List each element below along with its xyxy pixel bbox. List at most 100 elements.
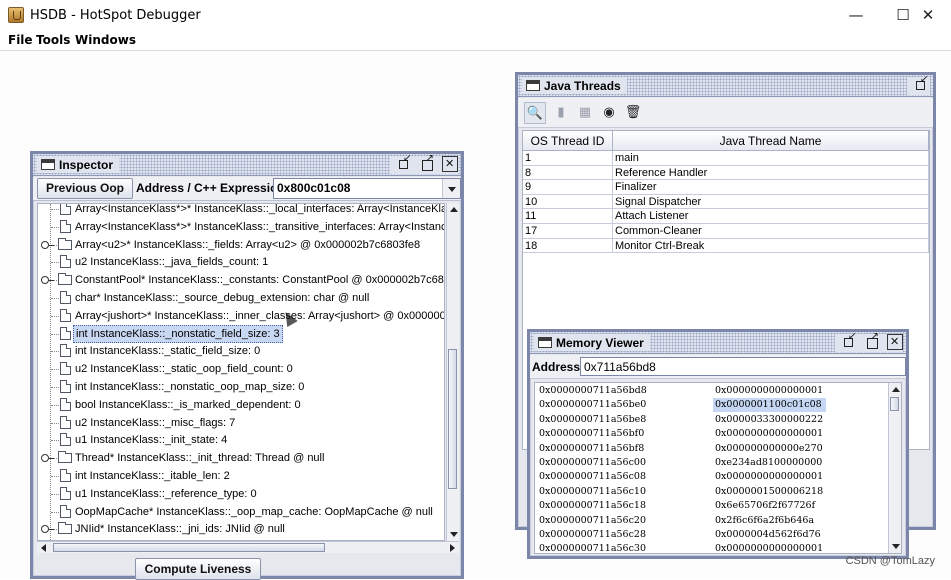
address-combo[interactable]: 0x800c01c08 [273, 178, 461, 199]
tree-item-label: ConstantPool* InstanceKlass::_constants:… [75, 274, 444, 287]
tree-item[interactable]: u1 InstanceKlass::_reference_type: 0 [38, 485, 444, 503]
menu-file[interactable]: File [8, 33, 33, 47]
stack-icon[interactable]: ▮ [550, 102, 572, 124]
memory-address: 0x0000000711a56c10 [539, 485, 647, 497]
hscroll-thumb[interactable] [53, 543, 325, 552]
tree-item[interactable]: int InstanceKlass::_static_field_size: 0 [38, 342, 444, 360]
tree-item[interactable]: u2 InstanceKlass::_java_fields_count: 1 [38, 253, 444, 271]
memory-row[interactable]: 0x0000000711a56c20 0x2f6c6f6a2f6b646a [535, 514, 885, 529]
expand-toggle-icon[interactable] [41, 240, 54, 249]
memory-icon[interactable]: ▦ [574, 102, 596, 124]
scroll-down-arrow-icon[interactable] [447, 527, 459, 541]
memory-row[interactable]: 0x0000000711a56bf8 0x000000000000e270 [535, 442, 885, 457]
inspector-title-bar[interactable]: Inspector [33, 152, 461, 176]
table-row[interactable]: 17 Common-Cleaner [523, 224, 929, 239]
tree-item[interactable]: ConstantPool* InstanceKlass::_constants:… [38, 271, 444, 289]
column-header-os-thread-id[interactable]: OS Thread ID [523, 131, 613, 151]
tree-vertical-scrollbar[interactable] [446, 203, 459, 541]
previous-oop-button[interactable]: Previous Oop [37, 178, 133, 199]
tree-item[interactable]: bool InstanceKlass::_is_marked_dependent… [38, 396, 444, 414]
menu-windows[interactable]: Windows [75, 33, 136, 47]
scroll-down-arrow-icon[interactable] [889, 539, 901, 553]
scroll-up-arrow-icon[interactable] [447, 203, 459, 217]
iconify-icon[interactable] [842, 330, 858, 350]
menu-tools[interactable]: Tools [36, 33, 70, 47]
scroll-up-arrow-icon[interactable] [889, 383, 901, 397]
memory-row[interactable]: 0x0000000711a56be0 0x0000001100c01c08 [535, 398, 885, 413]
compute-liveness-button[interactable]: Compute Liveness [135, 558, 261, 580]
memory-value: 0x0000000000000001 [715, 428, 824, 440]
minimize-button[interactable]: — [833, 2, 879, 28]
tree-item[interactable]: int InstanceKlass::_nonstatic_oop_map_si… [38, 378, 444, 396]
memory-row[interactable]: 0x0000000711a56c28 0x0000004d562f6d76 [535, 528, 885, 543]
close-icon[interactable] [442, 156, 458, 172]
memory-value: 0xe234ad8100000000 [715, 457, 823, 468]
column-header-java-thread-name[interactable]: Java Thread Name [613, 131, 929, 151]
memory-row[interactable]: 0x0000000711a56be8 0x0000033300000222 [535, 413, 885, 428]
tree-item[interactable]: Thread* InstanceKlass::_init_thread: Thr… [38, 449, 444, 467]
table-row[interactable]: 8 Reference Handler [523, 165, 929, 181]
memory-vertical-scrollbar[interactable] [888, 383, 901, 553]
tree-item[interactable]: Array<u2>* InstanceKlass::_fields: Array… [38, 236, 444, 254]
thread-id-cell: 11 [523, 209, 613, 223]
expand-toggle-icon[interactable] [41, 454, 54, 463]
tree-item[interactable]: Array<InstanceKlass*>* InstanceKlass::_l… [38, 203, 445, 218]
scroll-thumb[interactable] [448, 349, 457, 489]
memory-list[interactable]: 0x0000000711a56bd8 0x0000000000000001 0x00… [534, 382, 902, 554]
scroll-right-arrow-icon[interactable] [445, 542, 459, 553]
tree-item[interactable]: OopMapCache* InstanceKlass::_oop_map_cac… [38, 503, 444, 521]
tree-item-label: Array<jushort>* InstanceKlass::_inner_cl… [75, 309, 445, 322]
memory-address: 0x0000000711a56bf0 [539, 428, 645, 440]
folder-icon [58, 451, 72, 464]
maximize-icon[interactable] [420, 152, 436, 172]
memory-title-bar[interactable]: Memory Viewer [530, 330, 906, 354]
memory-row[interactable]: 0x0000000711a56bd8 0x0000000000000001 [535, 384, 885, 399]
memory-row[interactable]: 0x0000000711a56c00 0xe234ad8100000000 [535, 456, 885, 471]
table-row[interactable]: 1 main [523, 151, 929, 166]
maximize-icon[interactable] [865, 330, 881, 350]
table-row[interactable]: 11 Attach Listener [523, 209, 929, 224]
memory-row[interactable]: 0x0000000711a56c30 0x0000000000000001 [535, 542, 885, 553]
threads-title-bar[interactable]: Java Threads [518, 73, 933, 97]
tree-item[interactable]: Array<jushort>* InstanceKlass::_inner_cl… [38, 307, 444, 325]
close-button[interactable]: ✕ [905, 2, 951, 28]
tree-item[interactable]: u1 InstanceKlass::_init_state: 4 [38, 431, 444, 449]
memory-address: 0x0000000711a56c28 [539, 529, 647, 540]
table-row[interactable]: 10 Signal Dispatcher [523, 194, 929, 210]
document-icon [60, 362, 71, 376]
tree-item[interactable]: u2 InstanceKlass::_misc_flags: 7 [38, 414, 444, 432]
iconify-icon[interactable] [914, 73, 930, 93]
scroll-thumb[interactable] [890, 397, 899, 411]
tree-item[interactable]: u2 InstanceKlass::_static_oop_field_coun… [38, 360, 444, 378]
tree-item[interactable]: Array<InstanceKlass*>* InstanceKlass::_t… [38, 218, 444, 236]
scroll-left-arrow-icon[interactable] [37, 542, 51, 553]
table-row[interactable]: 9 Finalizer [523, 180, 929, 195]
table-row[interactable]: 18 Monitor Ctrl-Break [523, 238, 929, 254]
inspector-tree[interactable]: Array<InstanceKlass*>* InstanceKlass::_l… [37, 203, 445, 541]
frame-icon [526, 80, 540, 91]
memory-value: 0x0000000000000001 [715, 471, 824, 483]
chevron-down-icon[interactable] [442, 179, 460, 198]
tree-item[interactable]: int InstanceKlass::_nonstatic_field_size… [38, 324, 444, 343]
tree-item[interactable]: char* InstanceKlass::_source_debug_exten… [38, 289, 444, 307]
tree-horizontal-scrollbar[interactable] [37, 541, 459, 553]
tree-item-label: Array<InstanceKlass*>* InstanceKlass::_l… [75, 203, 445, 215]
iconify-icon[interactable] [397, 152, 413, 172]
close-icon[interactable] [887, 334, 903, 350]
expand-toggle-icon[interactable] [41, 276, 54, 285]
tree-item[interactable]: JNIid* InstanceKlass::_jni_ids: JNIid @ … [38, 520, 444, 538]
memory-row[interactable]: 0x0000000711a56c18 0x6e65706f2f67726f [535, 499, 885, 514]
memory-row[interactable]: 0x0000000711a56c08 0x0000000000000001 [535, 470, 885, 485]
memory-address-field[interactable]: 0x711a56bd8 [580, 357, 906, 376]
memory-row[interactable]: 0x0000000711a56c10 0x0000001500006218 [535, 485, 885, 500]
thread-name-cell: Monitor Ctrl-Break [613, 238, 929, 253]
tree-item[interactable]: int InstanceKlass::_itable_len: 2 [38, 467, 444, 485]
expand-toggle-icon[interactable] [41, 525, 54, 534]
info-icon[interactable]: ◉ [598, 102, 620, 124]
thread-name-cell: Common-Cleaner [613, 224, 929, 238]
trash-icon[interactable]: 🗑 [622, 102, 644, 124]
search-icon[interactable]: 🔍 [524, 102, 546, 124]
memory-row[interactable]: 0x0000000711a56bf0 0x0000000000000001 [535, 427, 885, 442]
threads-title: Java Threads [544, 79, 621, 93]
thread-id-cell: 8 [523, 165, 613, 180]
